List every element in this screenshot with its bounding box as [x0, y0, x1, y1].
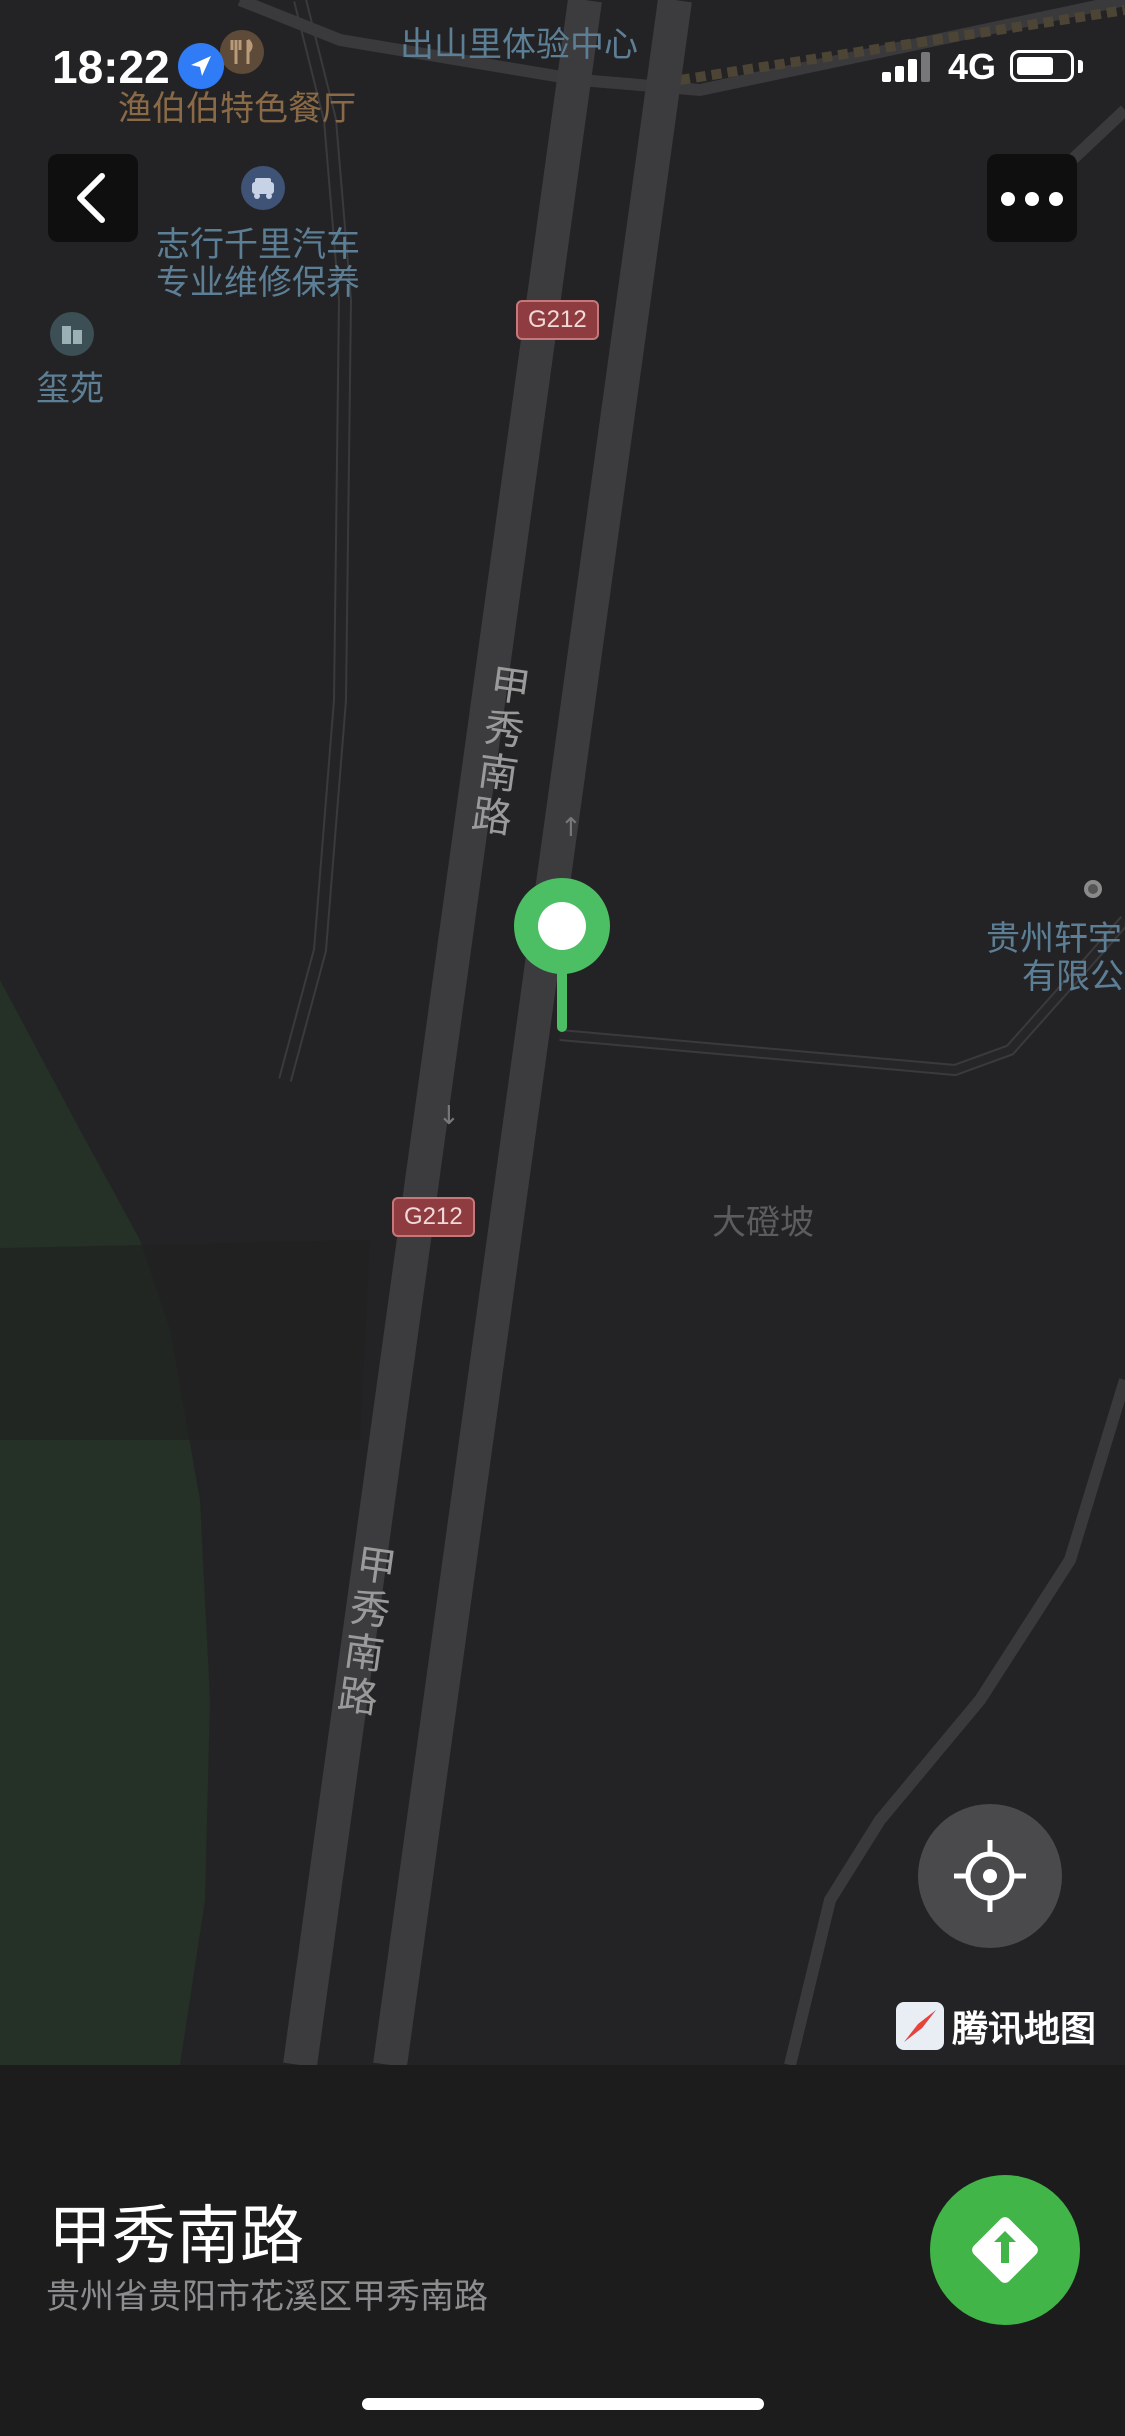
poi-label[interactable]: 志行千里汽车 专业维修保养: [156, 226, 360, 302]
route-button[interactable]: [930, 2175, 1080, 2325]
place-panel: 甲秀南路 贵州省贵阳市花溪区甲秀南路: [0, 2065, 1125, 2436]
location-pin[interactable]: [514, 878, 610, 974]
more-dots-icon: [1025, 192, 1039, 206]
residential-icon[interactable]: [50, 312, 94, 356]
tencent-map-logo-icon: [896, 2002, 944, 2050]
pin-stem: [557, 968, 567, 1032]
map-view[interactable]: ↑ ↓ 出山里体验中心 渔伯伯特色餐厅 志行千里汽车 专业维修保养 玺苑 贵州轩…: [0, 0, 1125, 2065]
highway-shield: G212: [516, 300, 599, 340]
route-arrow-icon: [972, 2217, 1038, 2283]
location-arrow-icon: [178, 43, 224, 89]
battery-icon: [1010, 50, 1074, 82]
network-type: 4G: [948, 46, 997, 87]
place-title: 甲秀南路: [48, 2200, 304, 2272]
pin-center: [538, 902, 586, 950]
poi-label[interactable]: 贵州轩宇 有限公: [986, 920, 1124, 996]
back-button[interactable]: [48, 154, 138, 242]
locate-crosshair-icon: [954, 1840, 1026, 1912]
battery-cap: [1078, 60, 1083, 73]
poi-label[interactable]: 玺苑: [36, 370, 104, 408]
chevron-left-icon: [77, 173, 105, 223]
svg-text:↑: ↑: [560, 813, 582, 843]
more-dots-icon: [1049, 192, 1063, 206]
poi-label-line2: 专业维修保养: [156, 264, 360, 302]
home-indicator[interactable]: [362, 2398, 764, 2410]
poi-label-line1: 贵州轩宇: [986, 920, 1122, 958]
status-time: 18:22: [52, 41, 170, 93]
car-repair-icon[interactable]: [241, 166, 285, 210]
svg-text:↓: ↓: [438, 1101, 460, 1131]
place-address: 贵州省贵阳市花溪区甲秀南路: [46, 2278, 488, 2316]
more-dots-icon: [1001, 192, 1015, 206]
brand-text: 腾讯地图: [952, 2008, 1097, 2049]
poi-label-line2: 有限公: [1022, 958, 1124, 996]
status-bar: 18:22 4G: [0, 0, 1125, 130]
poi-label-line1: 志行千里汽车: [156, 226, 360, 264]
area-label: 大磴坡: [712, 1204, 814, 1242]
locate-button[interactable]: [918, 1804, 1062, 1948]
more-button[interactable]: [987, 154, 1077, 242]
map-brand: 腾讯地图: [896, 2000, 1096, 2052]
highway-shield: G212: [392, 1197, 475, 1237]
signal-bars-icon: [882, 52, 930, 82]
